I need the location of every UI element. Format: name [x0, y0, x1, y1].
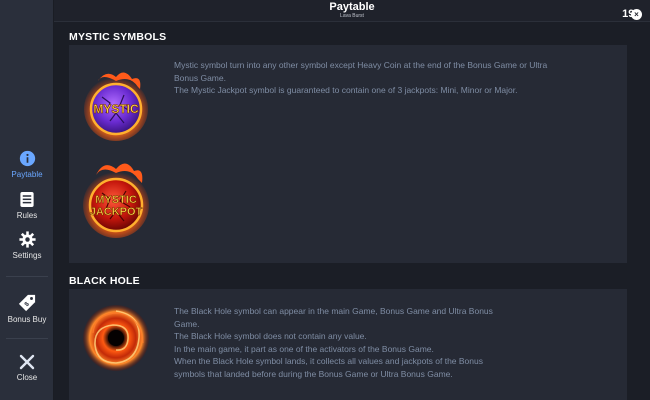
description-line: The Mystic Jackpot symbol is guaranteed …	[174, 85, 518, 95]
sidebar-item-label: Bonus Buy	[7, 315, 47, 324]
sidebar-item-close[interactable]: Close	[0, 354, 54, 382]
sidebar-item-label: Rules	[16, 211, 38, 220]
header-close-icon[interactable]: ×	[631, 9, 642, 20]
sidebar-item-settings[interactable]: Settings	[0, 231, 54, 260]
description-line: Game.	[174, 318, 200, 329]
price-tag-icon: $	[18, 294, 36, 312]
sidebar: Paytable Rules Settings $ Bonus Buy Clos…	[0, 0, 54, 400]
section-title-mystic: MYSTIC SYMBOLS	[69, 31, 167, 43]
black-hole-description: The Black Hole symbol can appear in the …	[174, 305, 614, 380]
section-title-black-hole: BLACK HOLE	[69, 275, 140, 287]
black-hole-card: The Black Hole symbol can appear in the …	[69, 289, 627, 400]
page-title: Paytable	[329, 1, 375, 13]
mystic-jackpot-text-2: JACKPOT	[90, 206, 143, 218]
black-hole-symbol-icon	[83, 305, 149, 371]
mystic-symbol-text: MYSTIC	[93, 102, 139, 116]
paytable-content[interactable]: MYSTIC SYMBOLS MYSTIC MYSTIC JACKPOT Mys…	[54, 22, 650, 400]
sidebar-divider	[6, 276, 48, 277]
sidebar-item-rules[interactable]: Rules	[0, 191, 54, 220]
header-bar: Paytable Lava Burst 19: ×	[54, 0, 650, 22]
gear-icon	[18, 231, 36, 248]
mystic-description: Mystic symbol turn into any other symbol…	[174, 59, 614, 97]
mystic-symbols-card: MYSTIC MYSTIC JACKPOT Mystic symbol turn…	[69, 45, 627, 263]
description-line: In the main game, it part as one of the …	[174, 343, 434, 354]
sidebar-divider	[6, 338, 48, 339]
sidebar-item-paytable[interactable]: Paytable	[0, 150, 54, 179]
description-line: symbols that landed before during the Bo…	[174, 368, 453, 379]
mystic-symbol-icon: MYSTIC	[84, 72, 148, 141]
description-line: Bonus Game.	[174, 72, 226, 83]
close-icon	[19, 354, 35, 370]
paytable-screen: Paytable Rules Settings $ Bonus Buy Clos…	[0, 0, 650, 400]
sidebar-item-label: Settings	[12, 251, 42, 260]
sidebar-item-label: Paytable	[11, 170, 43, 179]
sidebar-item-label: Close	[16, 373, 38, 382]
sidebar-item-bonus-buy[interactable]: $ Bonus Buy	[0, 294, 54, 324]
description-line: The Black Hole symbol does not contain a…	[174, 331, 367, 341]
description-line: When the Black Hole symbol lands, it col…	[174, 356, 483, 366]
description-line: The Black Hole symbol can appear in the …	[174, 306, 493, 316]
mystic-jackpot-text-1: MYSTIC	[95, 194, 137, 206]
description-line: Mystic symbol turn into any other symbol…	[174, 60, 548, 70]
rules-list-icon	[20, 191, 34, 208]
game-name: Lava Burst	[340, 13, 364, 19]
mystic-jackpot-symbol-icon: MYSTIC JACKPOT	[83, 163, 149, 238]
info-icon	[19, 150, 35, 167]
